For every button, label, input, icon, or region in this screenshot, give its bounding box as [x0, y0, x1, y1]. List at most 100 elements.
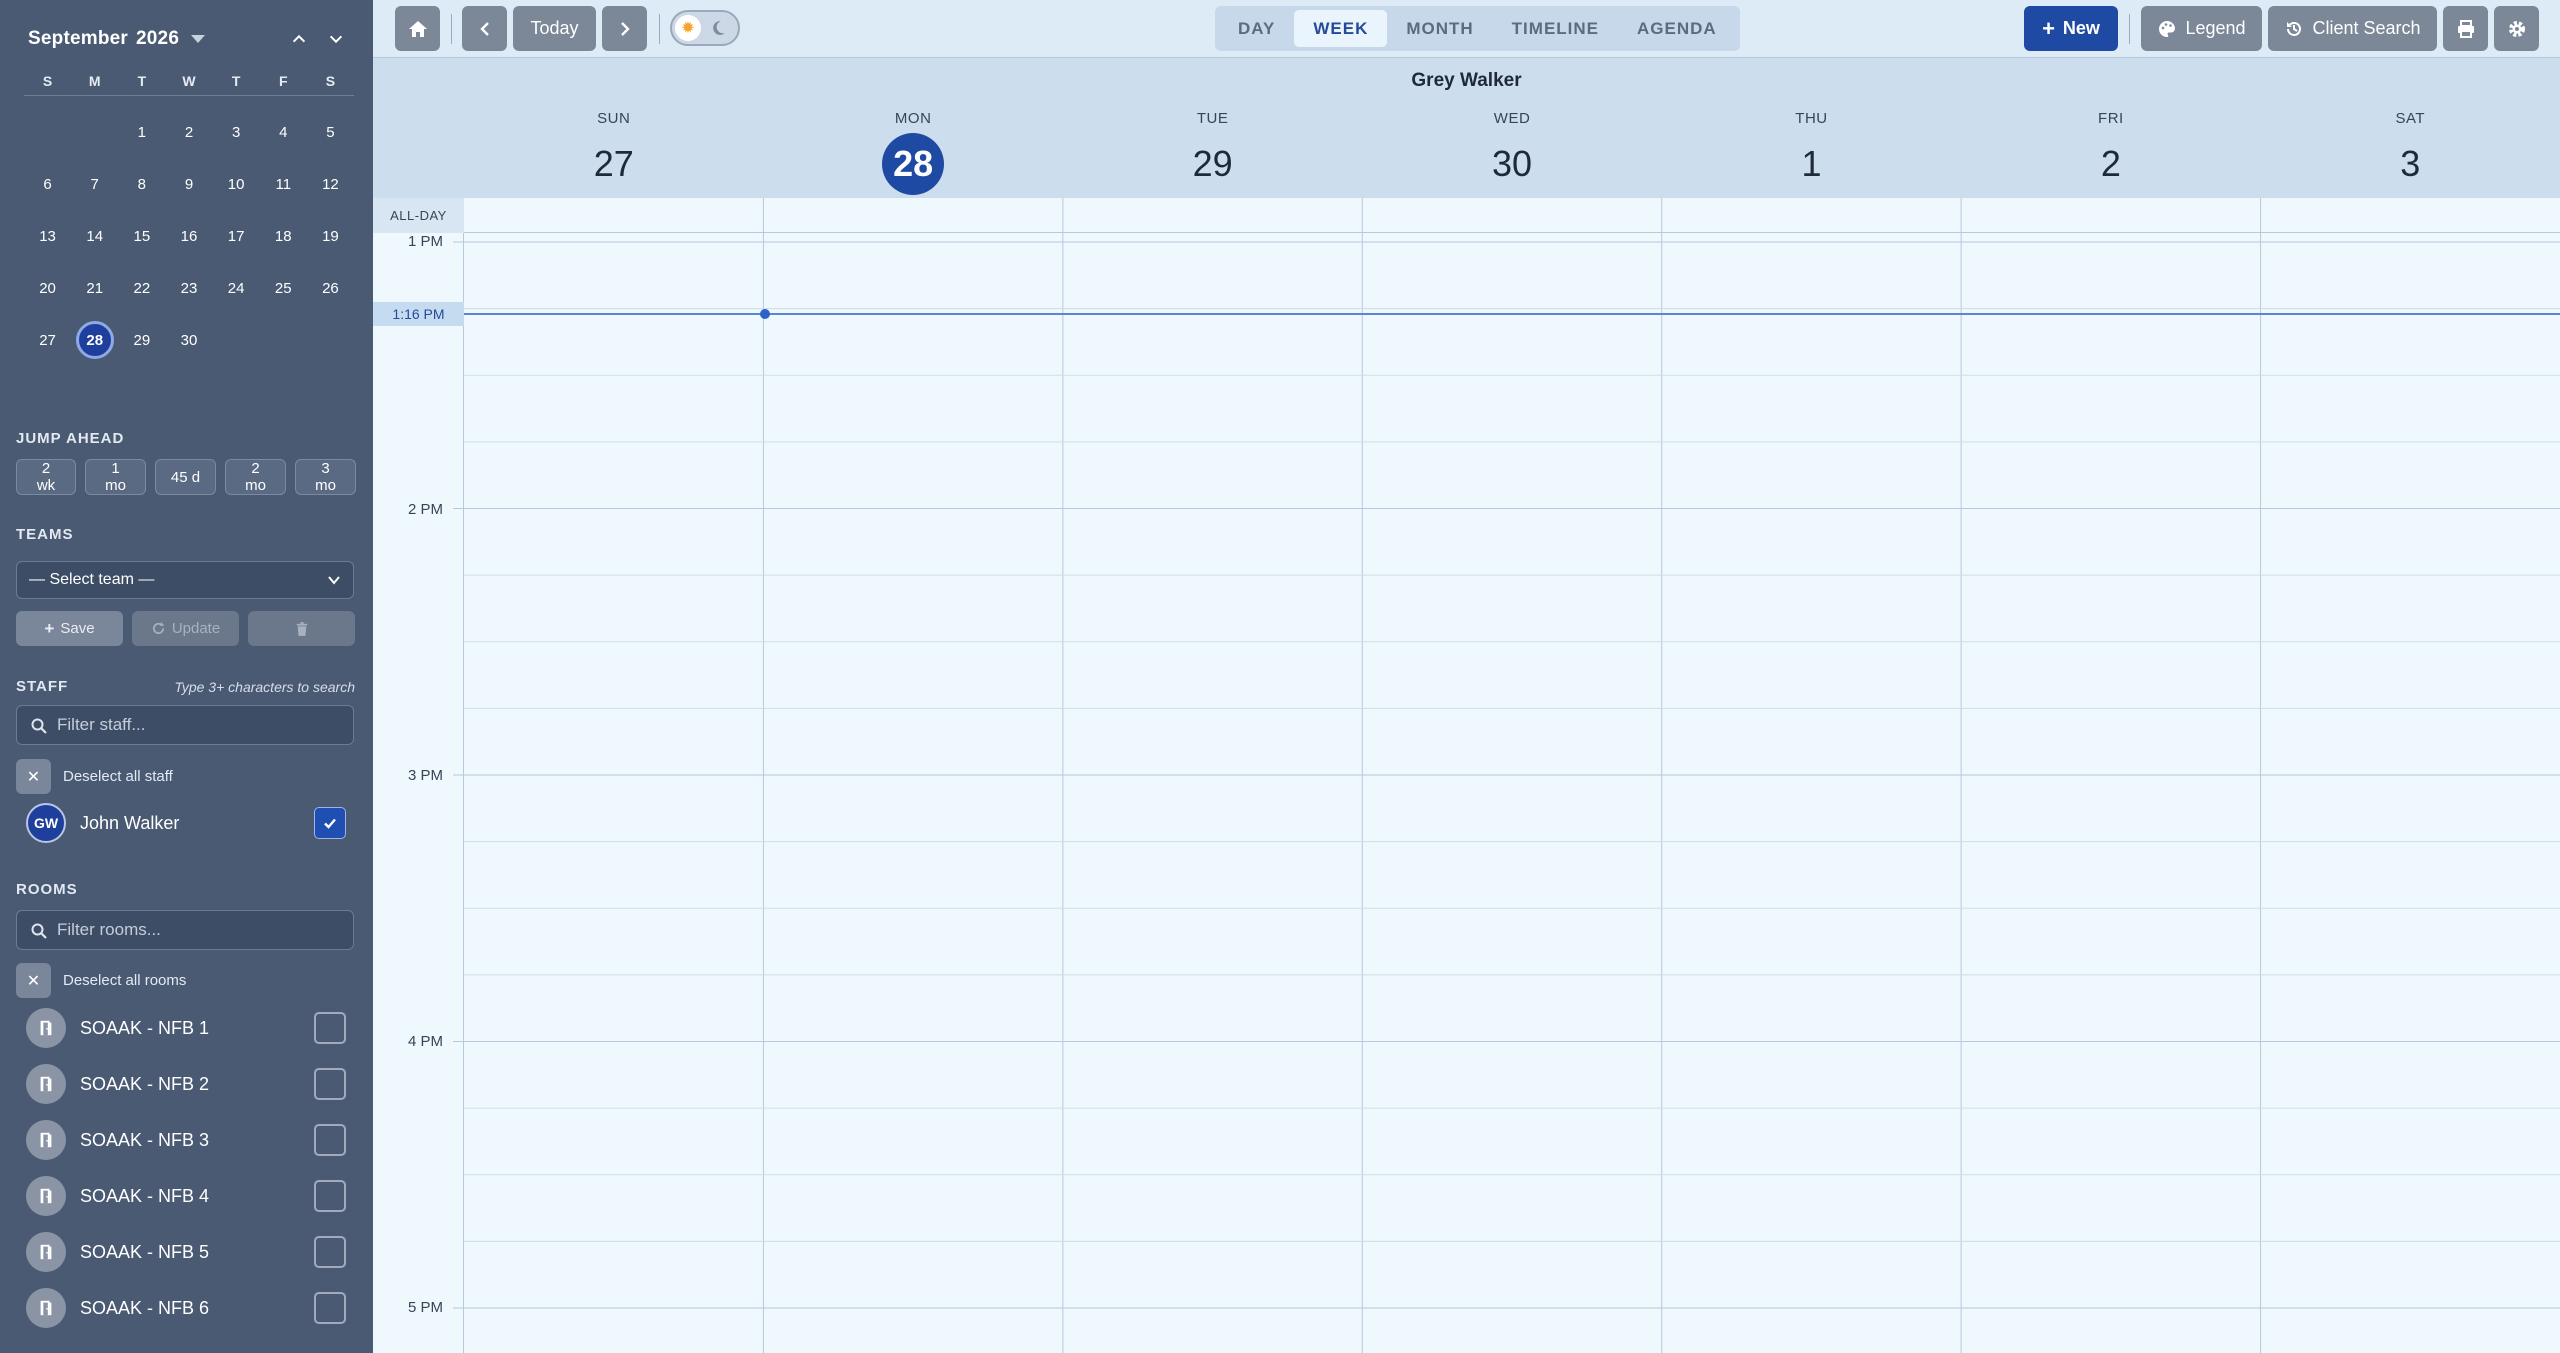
mini-calendar-day[interactable]: 17	[213, 216, 260, 256]
day-header[interactable]: FRI 2	[1961, 110, 2261, 195]
mini-calendar-day[interactable]: 3	[213, 112, 260, 152]
mini-calendar-day[interactable]: 7	[71, 164, 118, 204]
legend-button[interactable]: Legend	[2141, 6, 2262, 51]
mini-calendar-day[interactable]: 22	[118, 268, 165, 308]
rooms-filter-input[interactable]: Filter rooms...	[16, 910, 354, 950]
mini-calendar-day[interactable]: 27	[24, 320, 71, 360]
mini-calendar-day-number: 20	[39, 279, 56, 297]
mini-calendar-day[interactable]: 18	[260, 216, 307, 256]
mini-calendar-day[interactable]: 30	[165, 320, 212, 360]
all-day-row[interactable]: ALL-DAY	[373, 198, 2560, 233]
room-item[interactable]: SOAAK - NFB 1	[26, 1008, 346, 1048]
door-icon	[26, 1176, 66, 1216]
calendar-title: Grey Walker	[1411, 70, 1522, 91]
mini-calendar-day[interactable]: 9	[165, 164, 212, 204]
delete-team-button[interactable]	[248, 611, 355, 646]
new-appointment-button[interactable]: + New	[2024, 6, 2118, 51]
room-item[interactable]: SOAAK - NFB 2	[26, 1064, 346, 1104]
mini-calendar-day[interactable]: 26	[307, 268, 354, 308]
mini-calendar-day[interactable]: 13	[24, 216, 71, 256]
room-checkbox[interactable]	[314, 1236, 346, 1268]
mini-calendar-day[interactable]: 19	[307, 216, 354, 256]
mini-calendar-day[interactable]: 15	[118, 216, 165, 256]
room-checkbox[interactable]	[314, 1292, 346, 1324]
team-select[interactable]: — Select team —	[16, 561, 354, 599]
room-checkbox[interactable]	[314, 1012, 346, 1044]
room-item[interactable]: SOAAK - NFB 6	[26, 1288, 346, 1328]
search-icon	[31, 718, 47, 734]
day-header[interactable]: SUN 27	[464, 110, 764, 195]
room-checkbox[interactable]	[314, 1180, 346, 1212]
mini-calendar-day[interactable]: 28	[71, 320, 118, 360]
mini-calendar-day[interactable]: 10	[213, 164, 260, 204]
legend-label: Legend	[2185, 18, 2246, 38]
plus-icon: +	[2042, 15, 2055, 41]
staff-item[interactable]: GW John Walker	[26, 803, 346, 843]
mini-calendar-day[interactable]: 23	[165, 268, 212, 308]
deselect-all-staff-button[interactable]: ✕ Deselect all staff	[16, 759, 173, 794]
toolbar-divider	[2129, 14, 2130, 44]
view-tab-timeline[interactable]: TIMELINE	[1493, 10, 1618, 47]
mini-calendar-weekdays: S M T W T F S	[24, 72, 354, 96]
time-grid[interactable]: 1 PM 2 PM 3 PM 4 PM 5 PM 1:16 PM	[373, 233, 2560, 1353]
staff-checkbox[interactable]	[314, 807, 346, 839]
print-button[interactable]	[2443, 6, 2488, 51]
client-search-button[interactable]: Client Search	[2268, 6, 2437, 51]
mini-calendar-day[interactable]: 21	[71, 268, 118, 308]
day-header[interactable]: THU 1	[1662, 110, 1962, 195]
jump-1mo-button[interactable]: 1 mo	[85, 459, 146, 495]
mini-calendar-day[interactable]: 25	[260, 268, 307, 308]
room-item[interactable]: SOAAK - NFB 3	[26, 1120, 346, 1160]
view-tab-month[interactable]: MONTH	[1387, 10, 1492, 47]
view-tab-week[interactable]: WEEK	[1294, 10, 1388, 47]
mini-calendar-day[interactable]: 6	[24, 164, 71, 204]
view-tab-agenda[interactable]: AGENDA	[1618, 10, 1736, 47]
mini-calendar-day[interactable]: 1	[118, 112, 165, 152]
room-item[interactable]: SOAAK - NFB 4	[26, 1176, 346, 1216]
mini-calendar-day[interactable]: 24	[213, 268, 260, 308]
jump-45d-button[interactable]: 45 d	[155, 459, 216, 495]
mini-calendar-day[interactable]: 4	[260, 112, 307, 152]
jump-2wk-button[interactable]: 2 wk	[16, 459, 76, 495]
view-tab-day[interactable]: DAY	[1219, 10, 1294, 47]
day-header[interactable]: TUE 29	[1063, 110, 1363, 195]
mini-calendar-day[interactable]: 20	[24, 268, 71, 308]
mini-calendar-day[interactable]: 11	[260, 164, 307, 204]
update-team-button[interactable]: Update	[132, 611, 239, 646]
theme-toggle[interactable]: ✹	[670, 10, 740, 46]
settings-button[interactable]	[2494, 6, 2539, 51]
day-header[interactable]: MON 28	[763, 110, 1063, 195]
mini-calendar-day[interactable]: 14	[71, 216, 118, 256]
day-header[interactable]: WED 30	[1362, 110, 1662, 195]
staff-filter-input[interactable]: Filter staff...	[16, 705, 354, 745]
mini-calendar-day[interactable]: 2	[165, 112, 212, 152]
mini-calendar-day[interactable]: 8	[118, 164, 165, 204]
save-team-button[interactable]: + Save	[16, 611, 123, 646]
mini-calendar-day[interactable]: 12	[307, 164, 354, 204]
search-icon	[31, 923, 47, 939]
today-button[interactable]: Today	[513, 6, 596, 51]
staff-title: STAFF	[16, 678, 69, 695]
mini-calendar-next-button[interactable]	[323, 26, 349, 52]
room-checkbox[interactable]	[314, 1124, 346, 1156]
jump-3mo-button[interactable]: 3 mo	[295, 459, 356, 495]
mini-calendar-day[interactable]: 29	[118, 320, 165, 360]
mini-calendar-month-picker[interactable]: September 2026	[28, 28, 206, 50]
mini-calendar-day-number: 24	[227, 279, 245, 297]
home-button[interactable]	[395, 6, 440, 51]
room-checkbox[interactable]	[314, 1068, 346, 1100]
mini-calendar-day[interactable]: 5	[307, 112, 354, 152]
mini-calendar-day[interactable]: 16	[165, 216, 212, 256]
mini-calendar-prev-button[interactable]	[286, 26, 312, 52]
day-header[interactable]: SAT 3	[2261, 110, 2560, 195]
room-name: SOAAK - NFB 5	[80, 1241, 210, 1262]
day-date-number: 2	[2100, 143, 2121, 184]
room-item[interactable]: SOAAK - NFB 5	[26, 1232, 346, 1272]
next-week-button[interactable]	[602, 6, 647, 51]
jump-2mo-button[interactable]: 2 mo	[225, 459, 286, 495]
time-label: 4 PM	[407, 1033, 443, 1050]
current-time-dot	[760, 309, 770, 319]
prev-week-button[interactable]	[462, 6, 507, 51]
mini-calendar-day-number: 12	[322, 175, 339, 193]
deselect-all-rooms-button[interactable]: ✕ Deselect all rooms	[16, 963, 186, 998]
